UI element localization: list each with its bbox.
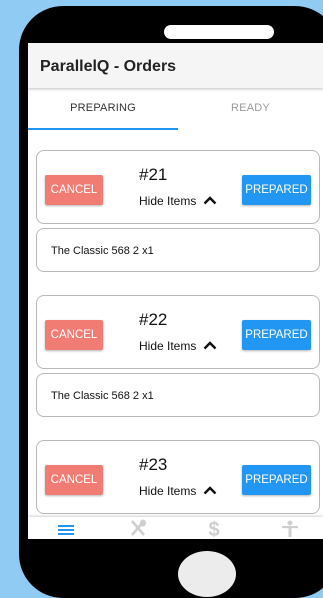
home-button[interactable] (178, 551, 236, 597)
chevron-up-icon[interactable] (203, 340, 217, 350)
tab-ready[interactable]: READY (178, 102, 323, 114)
chevron-up-icon[interactable] (203, 195, 217, 205)
cancel-button[interactable]: CANCEL (45, 465, 103, 495)
prepared-button[interactable]: PREPARED (242, 175, 311, 205)
hide-items-toggle[interactable]: Hide Items (139, 339, 196, 353)
prepared-button[interactable]: PREPARED (242, 465, 311, 495)
accessibility-icon[interactable] (280, 519, 300, 537)
cancel-button[interactable]: CANCEL (45, 320, 103, 350)
order-card: CANCEL #21 Hide Items PREPARED (36, 150, 320, 224)
order-items: The Classic 568 2 x1 (36, 373, 320, 417)
app-bar: ParallelQ - Orders (28, 43, 323, 88)
order-card: CANCEL #23 Hide Items PREPARED (36, 440, 320, 514)
phone-speaker (164, 25, 274, 39)
chevron-up-icon[interactable] (203, 485, 217, 495)
list-item: The Classic 568 2 x1 (51, 245, 154, 257)
dollar-icon[interactable]: $ (204, 519, 224, 537)
hide-items-toggle[interactable]: Hide Items (139, 194, 196, 208)
order-items: The Classic 568 2 x1 (36, 228, 320, 272)
tab-preparing[interactable]: PREPARING (28, 102, 178, 114)
bottom-nav: $ (28, 517, 323, 539)
prepared-button[interactable]: PREPARED (242, 320, 311, 350)
hide-items-toggle[interactable]: Hide Items (139, 484, 196, 498)
order-number: #23 (139, 455, 168, 474)
tab-bar: PREPARING READY (28, 88, 323, 132)
tab-indicator (28, 128, 178, 130)
order-number: #21 (139, 165, 168, 184)
order-number: #22 (139, 310, 168, 329)
orders-list: CANCEL #21 Hide Items PREPARED The Class… (28, 132, 323, 517)
app-screen: ParallelQ - Orders PREPARING READY CANCE… (28, 43, 323, 539)
app-title: ParallelQ - Orders (40, 58, 177, 75)
order-card: CANCEL #22 Hide Items PREPARED (36, 295, 320, 369)
list-icon[interactable] (56, 519, 76, 537)
svg-text:$: $ (208, 519, 219, 537)
utensils-icon[interactable] (128, 519, 148, 537)
list-item: The Classic 568 2 x1 (51, 390, 154, 402)
cancel-button[interactable]: CANCEL (45, 175, 103, 205)
